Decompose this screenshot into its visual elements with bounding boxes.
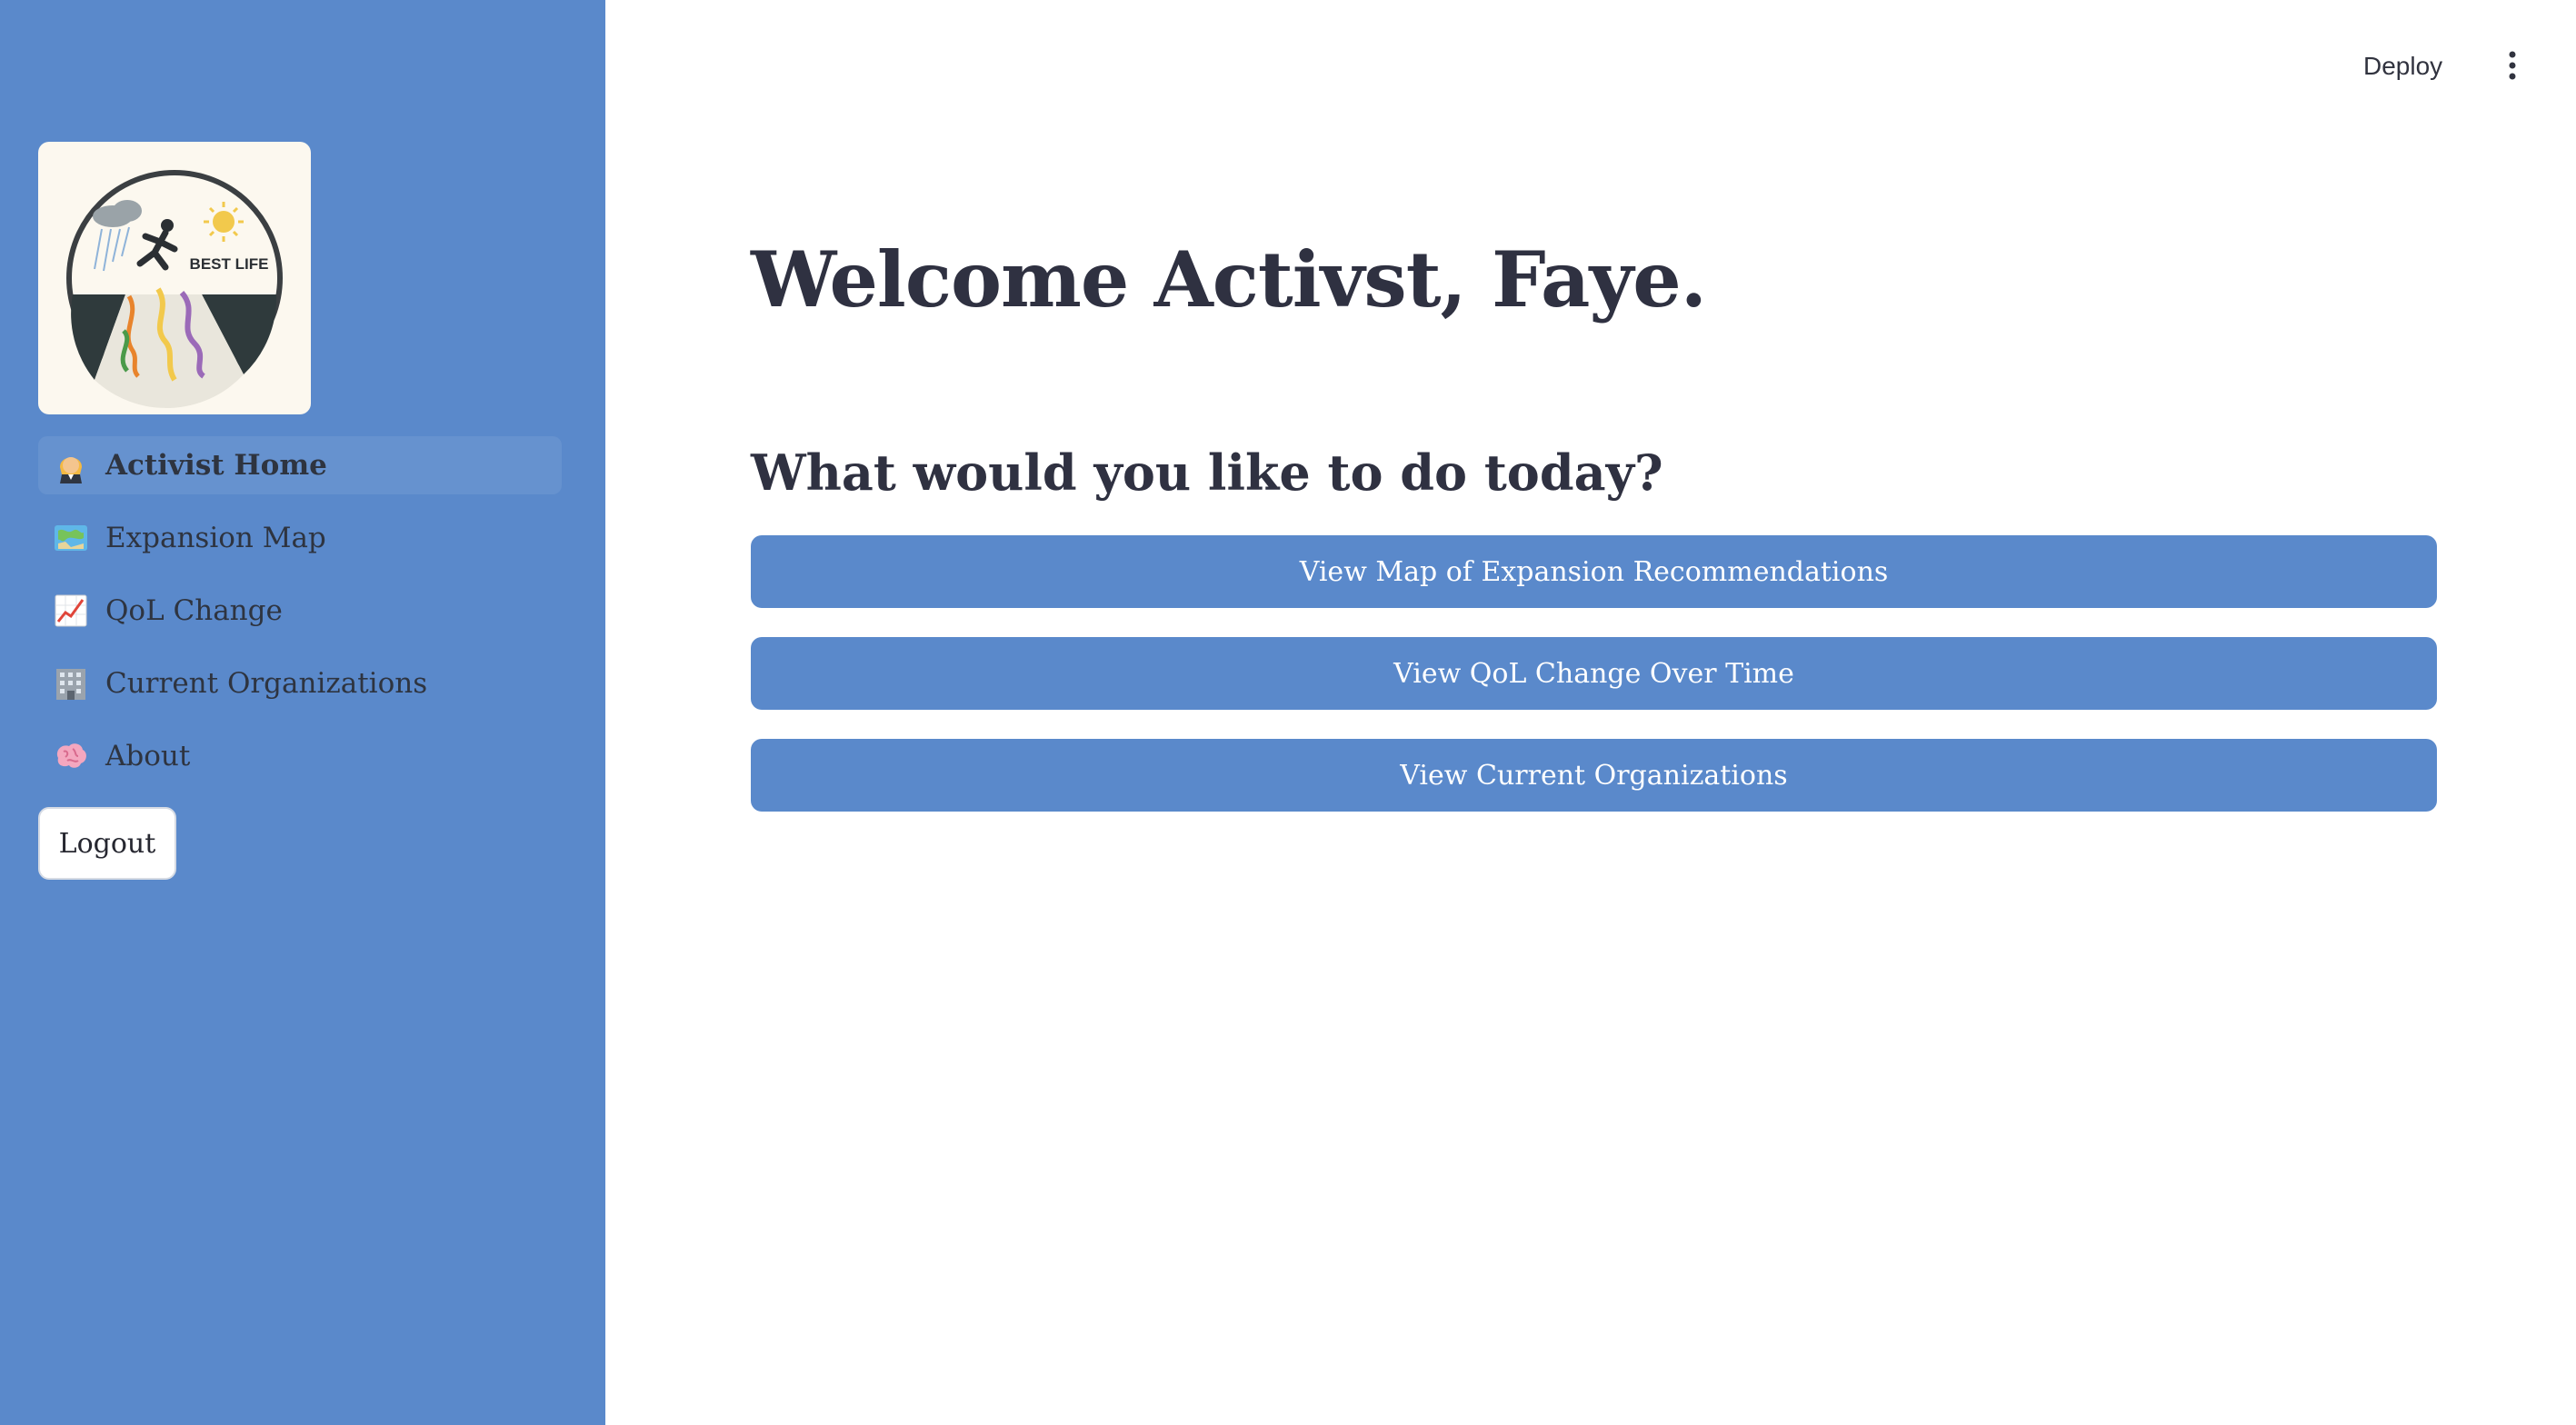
- sidebar-item-label: Expansion Map: [105, 522, 326, 554]
- best-life-logo: BEST LIFE: [66, 170, 283, 409]
- sidebar-item-label: QoL Change: [105, 594, 283, 627]
- view-current-organizations-button[interactable]: View Current Organizations: [751, 739, 2437, 812]
- view-qol-change-button[interactable]: View QoL Change Over Time: [751, 637, 2437, 710]
- logout-button[interactable]: Logout: [38, 807, 176, 880]
- sidebar-item-label: Current Organizations: [105, 667, 428, 700]
- woman-judge-icon: [51, 445, 91, 485]
- sidebar-item-label: Activist Home: [105, 449, 327, 482]
- sidebar-item-label: About: [105, 740, 191, 772]
- view-expansion-map-button[interactable]: View Map of Expansion Recommendations: [751, 535, 2437, 608]
- logo-text: BEST LIFE: [190, 255, 269, 273]
- map-icon: [51, 518, 91, 558]
- office-building-icon: [51, 663, 91, 703]
- vertical-ellipsis-icon[interactable]: [2501, 45, 2523, 85]
- sidebar-item-activist-home[interactable]: Activist Home: [38, 436, 562, 494]
- app-window: BEST LIFE Activist Home Expansion Map Qo…: [0, 0, 2576, 1425]
- sidebar-item-expansion-map[interactable]: Expansion Map: [38, 509, 562, 567]
- sidebar-item-qol-change[interactable]: QoL Change: [38, 582, 562, 640]
- sidebar-nav: Activist Home Expansion Map QoL Change C…: [38, 436, 562, 800]
- sidebar-item-current-organizations[interactable]: Current Organizations: [38, 654, 562, 712]
- page-title: Welcome Activst, Faye.: [751, 234, 1707, 324]
- brain-icon: [51, 736, 91, 776]
- chart-increasing-icon: [51, 591, 91, 631]
- deploy-button[interactable]: Deploy: [2363, 47, 2442, 85]
- sidebar-item-about[interactable]: About: [38, 727, 562, 785]
- sidebar: BEST LIFE Activist Home Expansion Map Qo…: [0, 0, 605, 1425]
- page-subtitle: What would you like to do today?: [751, 443, 1663, 502]
- logo-card: BEST LIFE: [38, 142, 311, 414]
